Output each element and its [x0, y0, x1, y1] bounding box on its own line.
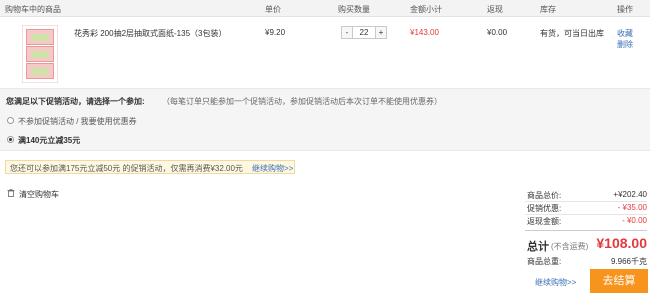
qty-increase-button[interactable]: + — [375, 26, 387, 39]
quantity-stepper: - 22 + — [341, 26, 387, 39]
col-qty-header: 购买数量 — [338, 5, 370, 14]
weight-value: 9.966千克 — [610, 257, 647, 266]
promo-none-radio[interactable] — [7, 117, 14, 124]
weight-label: 商品总重: — [527, 257, 562, 266]
col-subtotal-header: 金额小计 — [410, 5, 442, 14]
item-rebate: ¥0.00 — [487, 28, 508, 37]
qty-decrease-button[interactable]: - — [341, 26, 353, 39]
promo-tip-text: 您还可以参加满175元立减50元 的促销活动，仅需再消费¥32.00元 — [10, 164, 243, 173]
product-image[interactable] — [22, 25, 58, 83]
unit-price: ¥9.20 — [265, 28, 286, 37]
trash-icon[interactable] — [7, 189, 15, 197]
item-subtotal: ¥143.00 — [410, 28, 439, 37]
cart-item-row: 花秀彩 200抽2层抽取式面纸-135（3包装） ¥9.20 - 22 + ¥1… — [0, 17, 650, 89]
stock-status: 有货，可当日出库 — [540, 29, 604, 38]
clear-cart-link[interactable]: 清空购物车 — [19, 189, 59, 200]
checkout-button[interactable]: 去结算 — [590, 269, 648, 293]
col-price-header: 单价 — [265, 5, 281, 14]
promo-selected-radio[interactable] — [7, 136, 14, 143]
cart-header: 购物车中的商品 单价 购买数量 金额小计 返现 库存 操作 — [0, 0, 650, 17]
rebate-label: 返现金额: — [527, 217, 562, 226]
tip-continue-link[interactable]: 继续购物>> — [252, 163, 293, 174]
promo-tip-bar: 您还可以参加满175元立减50元 的促销活动，仅需再消费¥32.00元 继续购物… — [5, 160, 295, 174]
promotion-panel: 您满足以下促销活动，请选择一个参加: （每笔订单只能参加一个促销活动，参加促销活… — [0, 89, 650, 151]
continue-shopping-link[interactable]: 继续购物>> — [535, 277, 576, 288]
promo-none-label[interactable]: 不参加促销活动 / 我要使用优惠券 — [18, 116, 137, 127]
grand-total-label: 总计 — [527, 241, 549, 253]
favorite-link[interactable]: 收藏 — [617, 28, 633, 39]
total-label: 商品总价: — [527, 191, 562, 200]
total-value: +¥202.40 — [613, 190, 647, 199]
delete-link[interactable]: 删除 — [617, 39, 633, 50]
product-name-link[interactable]: 花秀彩 200抽2层抽取式面纸-135（3包装） — [74, 28, 226, 39]
col-action-header: 操作 — [617, 5, 633, 14]
discount-value: - ¥35.00 — [617, 203, 647, 212]
discount-label: 促销优惠: — [527, 204, 562, 213]
rebate-value: - ¥0.00 — [622, 216, 647, 225]
grand-total-note: (不含运费) — [551, 242, 589, 251]
promo-selected-label[interactable]: 满140元立减35元 — [18, 135, 80, 146]
col-stock-header: 库存 — [540, 5, 556, 14]
promo-title: 您满足以下促销活动，请选择一个参加: — [6, 97, 145, 106]
col-rebate-header: 返现 — [487, 5, 503, 14]
promo-note: （每笔订单只能参加一个促销活动，参加促销活动后本次订单不能使用优惠券） — [162, 97, 442, 106]
qty-input[interactable]: 22 — [353, 26, 375, 39]
grand-total-value: ¥108.00 — [596, 235, 647, 251]
col-product-header: 购物车中的商品 — [5, 5, 61, 14]
